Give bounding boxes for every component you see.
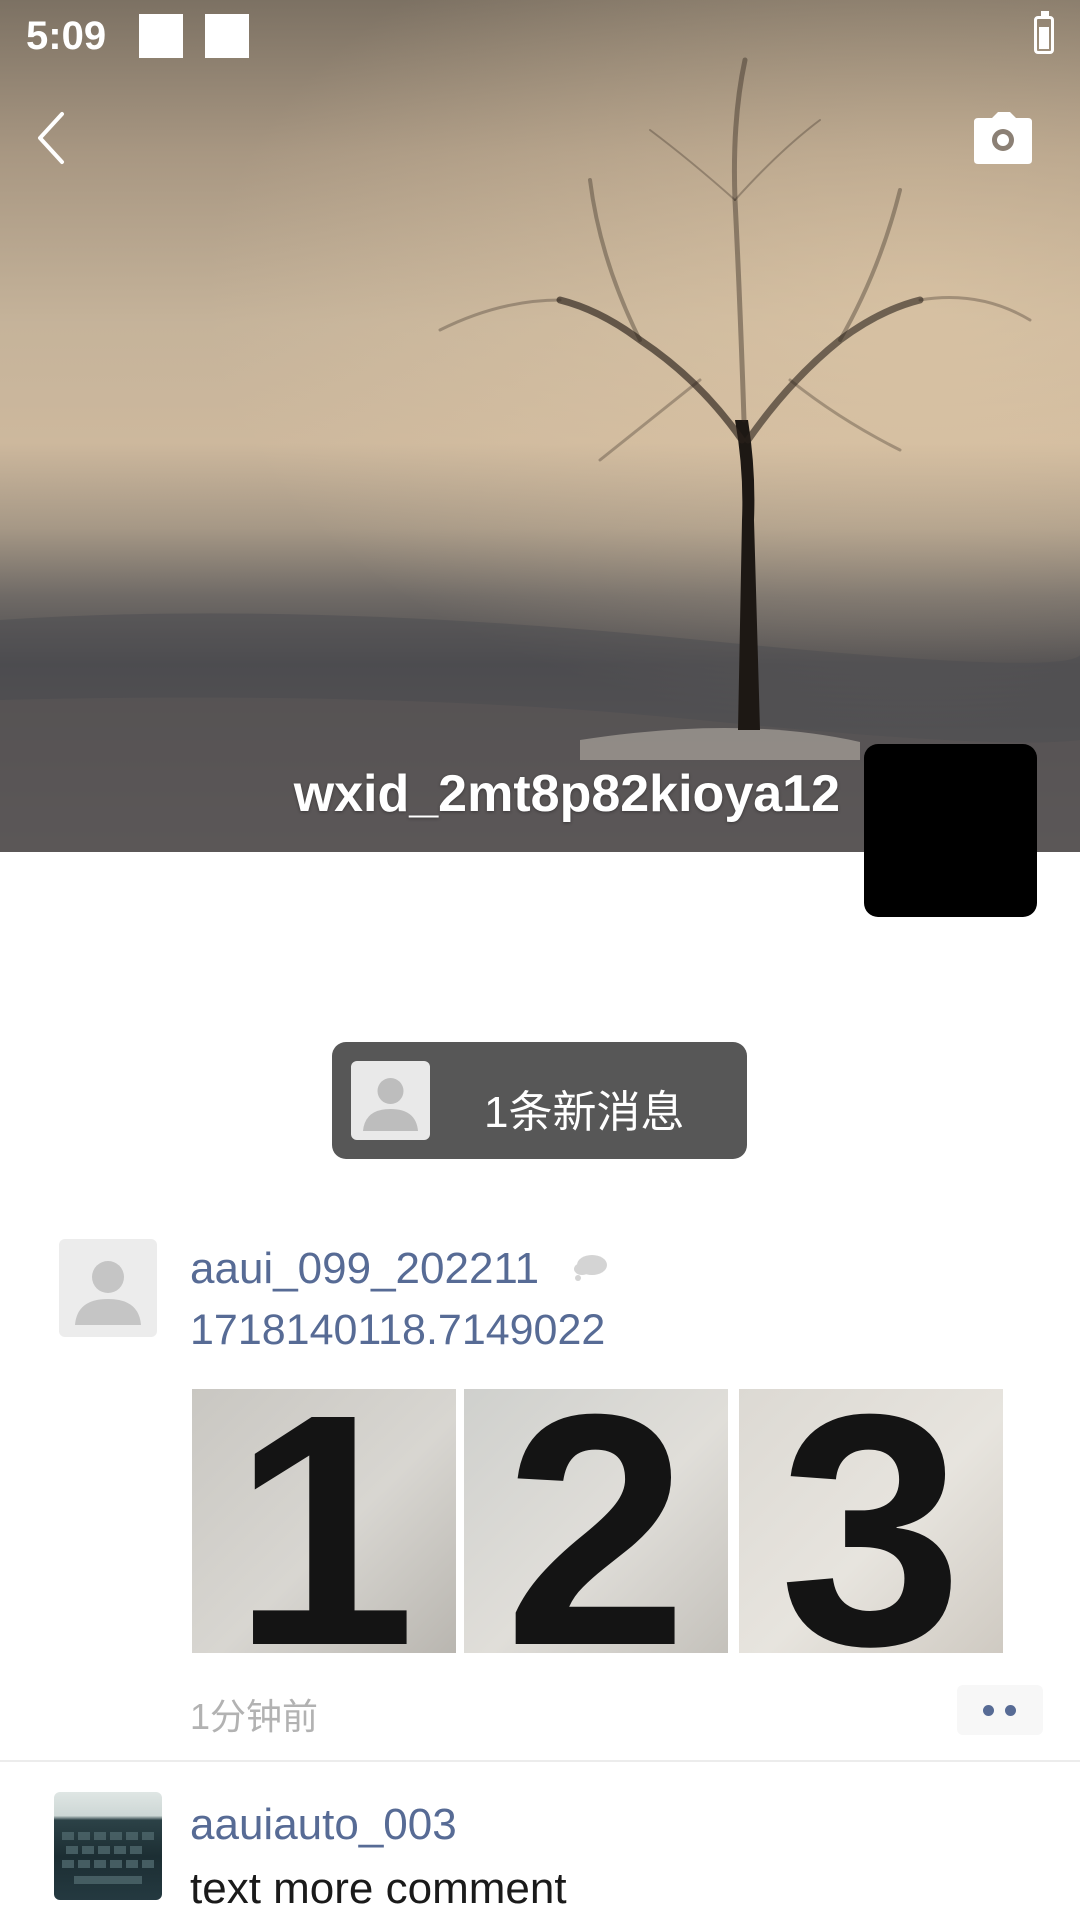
profile-username[interactable]: wxid_2mt8p82kioya12 bbox=[294, 764, 840, 824]
new-message-button[interactable]: 1条新消息 bbox=[332, 1042, 747, 1159]
more-dots-icon bbox=[983, 1705, 994, 1716]
section-divider bbox=[0, 1760, 1080, 1762]
post-photo-2[interactable]: 2 bbox=[464, 1389, 728, 1653]
photo-digit: 3 bbox=[779, 1389, 963, 1653]
post-author-name[interactable]: aaui_099_202211 bbox=[190, 1244, 539, 1294]
tree-illustration bbox=[0, 57, 1080, 852]
post-text: 1718140118.7149022 bbox=[190, 1306, 606, 1354]
camera-icon bbox=[974, 112, 1032, 164]
photo-digit: 1 bbox=[232, 1389, 416, 1653]
cloud-icon bbox=[574, 1255, 607, 1281]
back-button[interactable] bbox=[28, 108, 78, 168]
battery-icon bbox=[1034, 11, 1054, 54]
back-chevron-icon bbox=[38, 112, 64, 164]
post-photo-3[interactable]: 3 bbox=[739, 1389, 1003, 1653]
photo-digit: 2 bbox=[504, 1389, 688, 1653]
default-avatar-icon bbox=[75, 1261, 141, 1325]
camera-button[interactable] bbox=[972, 110, 1034, 166]
profile-avatar[interactable] bbox=[864, 744, 1037, 917]
default-avatar-icon bbox=[351, 1061, 430, 1140]
status-bar: 5:09 bbox=[0, 0, 1080, 75]
cover-photo[interactable]: 5:09 wxid_2mt8p82kioya12 bbox=[0, 0, 1080, 852]
more-actions-button[interactable] bbox=[957, 1685, 1043, 1735]
post-author-avatar[interactable] bbox=[59, 1239, 157, 1337]
post-timestamp: 1分钟前 bbox=[190, 1696, 319, 1737]
new-message-label: 1条新消息 bbox=[484, 1088, 685, 1137]
comment-text: text more comment bbox=[190, 1864, 567, 1913]
keyboard-photo-avatar bbox=[62, 1832, 154, 1884]
notification-square-icon bbox=[205, 14, 249, 58]
comment-author-avatar[interactable] bbox=[54, 1792, 162, 1900]
status-time: 5:09 bbox=[26, 14, 107, 58]
post-photo-1[interactable]: 1 bbox=[192, 1389, 456, 1653]
comment-author-name[interactable]: aauiauto_003 bbox=[190, 1800, 457, 1850]
notification-square-icon bbox=[139, 14, 183, 58]
more-dots-icon bbox=[1005, 1705, 1016, 1716]
